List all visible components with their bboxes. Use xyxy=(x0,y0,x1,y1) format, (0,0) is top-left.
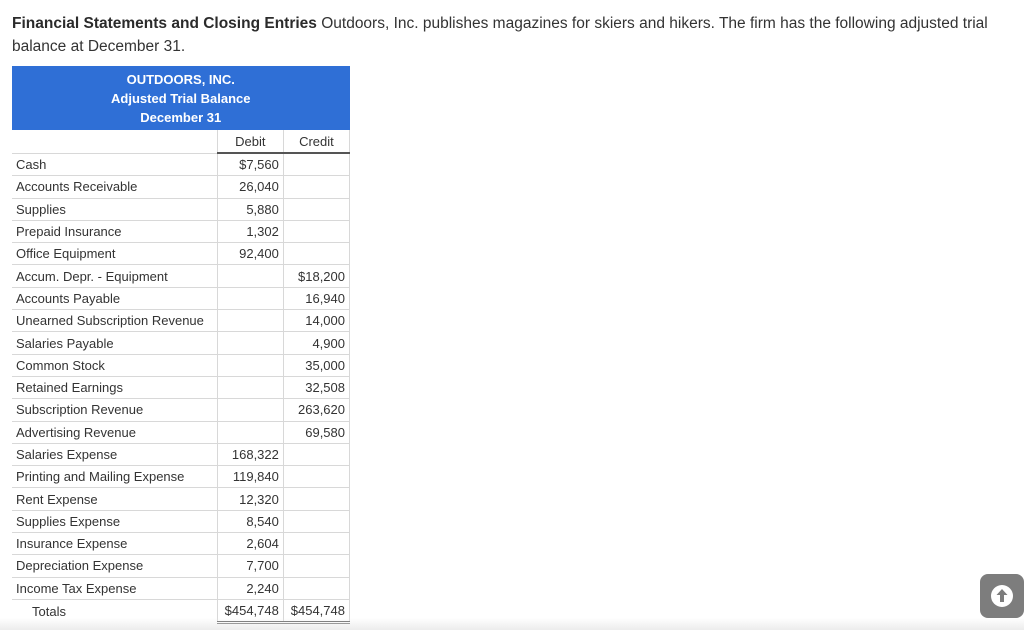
table-row: Prepaid Insurance 1,302 xyxy=(12,220,351,244)
credit-amount: 69,580 xyxy=(283,421,351,444)
credit-amount xyxy=(283,465,351,489)
debit-amount: 5,880 xyxy=(217,198,284,221)
credit-amount xyxy=(283,198,351,221)
credit-column-header: Credit xyxy=(283,130,351,154)
table-row: Accounts Payable 16,940 xyxy=(12,287,351,311)
credit-amount: 16,940 xyxy=(283,287,351,311)
debit-amount: 7,700 xyxy=(217,554,284,578)
account-name: Income Tax Expense xyxy=(12,577,218,600)
credit-amount: 14,000 xyxy=(283,309,351,333)
statement-title: Adjusted Trial Balance xyxy=(111,90,251,106)
debit-column-header: Debit xyxy=(217,130,284,154)
account-name: Accounts Receivable xyxy=(12,175,218,199)
debit-amount: 1,302 xyxy=(217,220,284,244)
debit-amount xyxy=(217,376,284,400)
account-name: Subscription Revenue xyxy=(12,398,218,422)
problem-intro: Financial Statements and Closing Entries… xyxy=(12,12,1017,58)
table-row: Depreciation Expense 7,700 xyxy=(12,554,351,578)
debit-amount: 26,040 xyxy=(217,175,284,199)
account-name: Printing and Mailing Expense xyxy=(12,465,218,489)
debit-amount xyxy=(217,264,284,288)
account-name: Office Equipment xyxy=(12,242,218,266)
account-name: Supplies xyxy=(12,198,218,221)
debit-amount: 12,320 xyxy=(217,487,284,511)
credit-amount: $18,200 xyxy=(283,264,351,288)
table-row: Retained Earnings 32,508 xyxy=(12,376,351,400)
account-name: Common Stock xyxy=(12,354,218,377)
account-name: Accounts Payable xyxy=(12,287,218,311)
credit-amount xyxy=(283,487,351,511)
table-row: Office Equipment 92,400 xyxy=(12,242,351,266)
account-name: Supplies Expense xyxy=(12,510,218,534)
debit-amount: 2,604 xyxy=(217,532,284,556)
credit-amount xyxy=(283,577,351,600)
table-row: Salaries Expense 168,322 xyxy=(12,443,351,467)
credit-amount xyxy=(283,153,351,177)
account-name: Advertising Revenue xyxy=(12,421,218,444)
account-name: Accum. Depr. - Equipment xyxy=(12,264,218,288)
debit-amount xyxy=(217,331,284,355)
table-row: Advertising Revenue 69,580 xyxy=(12,421,351,444)
account-name: Unearned Subscription Revenue xyxy=(12,309,218,333)
account-name: Prepaid Insurance xyxy=(12,220,218,244)
debit-amount xyxy=(217,309,284,333)
credit-amount xyxy=(283,175,351,199)
table-row: Supplies Expense 8,540 xyxy=(12,510,351,534)
debit-amount xyxy=(217,354,284,377)
account-column-header xyxy=(12,130,218,154)
table-row: Unearned Subscription Revenue 14,000 xyxy=(12,309,351,333)
table-row: Common Stock 35,000 xyxy=(12,354,351,377)
table-row: Rent Expense 12,320 xyxy=(12,487,351,511)
column-header-row: Debit Credit xyxy=(12,130,351,154)
table-row: Accum. Depr. - Equipment $18,200 xyxy=(12,264,351,288)
company-name: OUTDOORS, INC. xyxy=(126,71,235,87)
debit-amount: 119,840 xyxy=(217,465,284,489)
debit-amount: 92,400 xyxy=(217,242,284,266)
credit-amount xyxy=(283,443,351,467)
credit-amount: 4,900 xyxy=(283,331,351,355)
account-name: Cash xyxy=(12,153,218,177)
credit-amount xyxy=(283,242,351,266)
table-row: Printing and Mailing Expense 119,840 xyxy=(12,465,351,489)
credit-amount xyxy=(283,220,351,244)
credit-amount: 32,508 xyxy=(283,376,351,400)
problem-title: Financial Statements and Closing Entries xyxy=(12,15,317,32)
account-name: Salaries Payable xyxy=(12,331,218,355)
statement-date: December 31 xyxy=(140,109,222,125)
credit-amount xyxy=(283,554,351,578)
account-name: Depreciation Expense xyxy=(12,554,218,578)
credit-amount: 263,620 xyxy=(283,398,351,422)
table-header: OUTDOORS, INC. Adjusted Trial Balance De… xyxy=(12,66,350,130)
table-header-cell: OUTDOORS, INC. Adjusted Trial Balance De… xyxy=(12,66,350,130)
account-name: Rent Expense xyxy=(12,487,218,511)
table-row: Income Tax Expense 2,240 xyxy=(12,577,351,600)
adjusted-trial-balance-table: OUTDOORS, INC. Adjusted Trial Balance De… xyxy=(12,66,351,625)
table-row: Insurance Expense 2,604 xyxy=(12,532,351,556)
debit-amount xyxy=(217,287,284,311)
table-row: Supplies 5,880 xyxy=(12,198,351,221)
debit-amount: 168,322 xyxy=(217,443,284,467)
table-row: Accounts Receivable 26,040 xyxy=(12,175,351,199)
debit-amount: 8,540 xyxy=(217,510,284,534)
table-row: Subscription Revenue 263,620 xyxy=(12,398,351,422)
debit-amount: 2,240 xyxy=(217,577,284,600)
account-name: Retained Earnings xyxy=(12,376,218,400)
debit-amount xyxy=(217,398,284,422)
arrow-up-icon xyxy=(991,585,1013,607)
credit-amount: 35,000 xyxy=(283,354,351,377)
debit-amount: $7,560 xyxy=(217,153,284,177)
account-name: Insurance Expense xyxy=(12,532,218,556)
debit-amount xyxy=(217,421,284,444)
account-name: Salaries Expense xyxy=(12,443,218,467)
page-bottom-shade xyxy=(0,618,1024,630)
scroll-to-top-button[interactable] xyxy=(980,574,1024,618)
table-row: Cash $7,560 xyxy=(12,153,351,177)
table-row: Salaries Payable 4,900 xyxy=(12,331,351,355)
credit-amount xyxy=(283,532,351,556)
credit-amount xyxy=(283,510,351,534)
